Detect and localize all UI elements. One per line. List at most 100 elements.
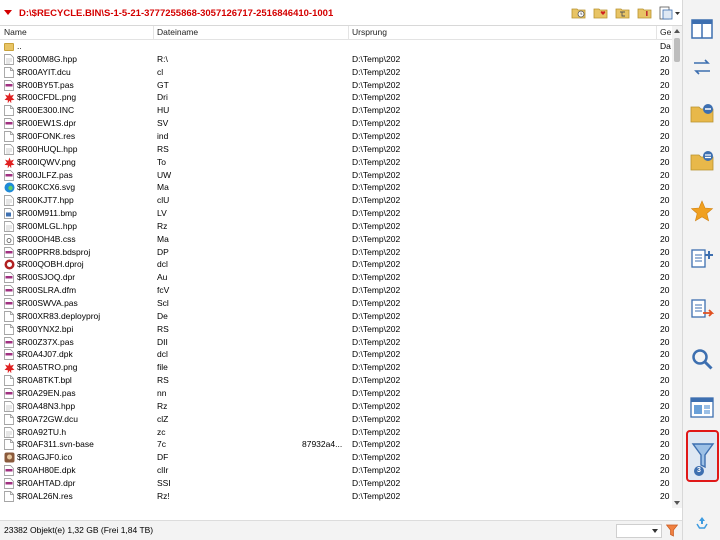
file-row[interactable]: $R00SWVA.pas Scl D:\Temp\202 20: [0, 297, 672, 310]
file-row[interactable]: $R0A4J07.dpk dcl D:\Temp\202 20: [0, 348, 672, 361]
scroll-up-icon[interactable]: [672, 26, 682, 36]
column-filename-header[interactable]: Dateiname: [157, 27, 347, 37]
file-row[interactable]: $R0AGJF0.ico DF D:\Temp\202 20: [0, 451, 672, 464]
original-filename: UW: [157, 169, 172, 180]
column-divider[interactable]: [656, 26, 657, 40]
file-row[interactable]: $R00KJT7.hpp clU D:\Temp\202 20: [0, 194, 672, 207]
file-name: $R000M8G.hpp: [17, 53, 78, 64]
deletion-date: 20: [660, 92, 670, 103]
file-row[interactable]: $R0AH80E.dpk clIr D:\Temp\202 20: [0, 464, 672, 477]
file-row[interactable]: $R0A48N3.hpp Rz D:\Temp\202 20: [0, 400, 672, 413]
filter-status-icon[interactable]: [665, 524, 679, 538]
vertical-scrollbar[interactable]: [672, 26, 682, 508]
file-row[interactable]: $R0A5TRO.png file D:\Temp\202 20: [0, 361, 672, 374]
file-row[interactable]: $R00CFDL.png Dri D:\Temp\202 20: [0, 91, 672, 104]
file-row[interactable]: $R00KCX6.svg Ma D:\Temp\202 20: [0, 181, 672, 194]
file-list[interactable]: .. Da $R000M8G.hpp R:\ D:\Temp\202 20 $R00AY…: [0, 40, 672, 508]
file-pas-icon: [4, 285, 14, 296]
swap-panes-button[interactable]: [687, 52, 717, 82]
dproj-icon: [4, 259, 15, 270]
current-path[interactable]: D:\$RECYCLE.BIN\S-1-5-21-3777255868-3057…: [19, 8, 333, 19]
file-pas-icon: [4, 169, 14, 181]
dual-pane-button[interactable]: [687, 14, 717, 44]
file-blank-icon: [4, 66, 14, 78]
file-row[interactable]: $R00FONK.res ind D:\Temp\202 20: [0, 130, 672, 143]
file-row[interactable]: $R00XR83.deployproj De D:\Temp\202 20: [0, 310, 672, 323]
file-name: $R0A5TRO.png: [17, 362, 78, 373]
file-row[interactable]: $R0AHTAD.dpr SSI D:\Temp\202 20: [0, 477, 672, 490]
file-row[interactable]: $R00JLFZ.pas UW D:\Temp\202 20: [0, 169, 672, 182]
image-png-icon: [4, 92, 15, 104]
folder-compare-button[interactable]: [687, 146, 717, 176]
file-row[interactable]: $R0AF311.svn-base 7c D:\Temp\202 20 87932a4.…: [0, 438, 672, 451]
new-file-button[interactable]: [687, 244, 717, 274]
file-row[interactable]: $R000M8G.hpp R:\ D:\Temp\202 20: [0, 53, 672, 66]
file-bmp-icon: [4, 208, 14, 219]
copy-file-button[interactable]: [687, 294, 717, 324]
file-blank-icon: [4, 310, 14, 322]
file-row[interactable]: $R00Z37X.pas DII D:\Temp\202 20: [0, 336, 672, 349]
file-row[interactable]: $R00AYIT.dcu cl D:\Temp\202 20: [0, 66, 672, 79]
file-row[interactable]: $R00YNX2.bpi RS D:\Temp\202 20: [0, 323, 672, 336]
folder-sync-button[interactable]: [687, 98, 717, 128]
deletion-date: 20: [660, 387, 670, 398]
deletion-date: 20: [660, 66, 670, 77]
file-name: $R00JLFZ.pas: [17, 169, 73, 180]
file-name: $R00SLRA.dfm: [17, 285, 77, 296]
file-row[interactable]: $R00QOBH.dproj dcl D:\Temp\202 20: [0, 258, 672, 271]
file-row[interactable]: $R0A29EN.pas nn D:\Temp\202 20: [0, 387, 672, 400]
original-filename: RS: [157, 375, 169, 386]
deletion-date: 20: [660, 169, 670, 180]
file-row[interactable]: $R00HUQL.hpp RS D:\Temp\202 20: [0, 143, 672, 156]
view-options-icon[interactable]: [658, 5, 680, 20]
original-filename: nn: [157, 387, 167, 398]
path-dropdown-arrow-icon[interactable]: [4, 10, 12, 15]
file-row[interactable]: $R00BY5T.pas GT D:\Temp\202 20: [0, 79, 672, 92]
original-filename: R:\: [157, 53, 168, 64]
filename-overflow-fragment: 87932a4...: [302, 439, 343, 450]
origin-path: D:\Temp\202: [352, 400, 401, 411]
recycle-bin-button[interactable]: [687, 510, 717, 536]
file-row[interactable]: $R0AL26N.res Rz! D:\Temp\202 20: [0, 490, 672, 503]
column-origin-header[interactable]: Ursprung: [352, 27, 652, 37]
file-row[interactable]: $R0A72GW.dcu clZ D:\Temp\202 20: [0, 413, 672, 426]
file-pas-icon: [4, 272, 14, 284]
file-row[interactable]: $R00IQWV.png To D:\Temp\202 20: [0, 156, 672, 169]
column-divider[interactable]: [348, 26, 349, 40]
column-divider[interactable]: [153, 26, 154, 40]
parent-folder-row[interactable]: .. Da: [0, 40, 672, 53]
tree-folder-icon[interactable]: [614, 5, 630, 20]
file-row[interactable]: $R00SLRA.dfm fcV D:\Temp\202 20: [0, 284, 672, 297]
favorite-folder-icon[interactable]: [592, 5, 608, 20]
origin-path: D:\Temp\202: [352, 156, 401, 167]
file-row[interactable]: $R00MLGL.hpp Rz D:\Temp\202 20: [0, 220, 672, 233]
file-row[interactable]: $R0A92TU.h zc D:\Temp\202 20: [0, 426, 672, 439]
file-row[interactable]: $R00EW1S.dpr SV D:\Temp\202 20: [0, 117, 672, 130]
original-filename: zc: [157, 426, 166, 437]
original-filename: clIr: [157, 465, 169, 476]
search-button[interactable]: [687, 344, 717, 374]
file-row[interactable]: $R0A8TKT.bpl RS D:\Temp\202 20: [0, 374, 672, 387]
image-viewer-button[interactable]: [687, 392, 717, 422]
file-row[interactable]: $R00PRR8.bdsproj DP D:\Temp\202 20: [0, 246, 672, 259]
file-name: $R00E300.INC: [17, 105, 75, 116]
deletion-date: 20: [660, 362, 670, 373]
file-row[interactable]: $R00SJOQ.dpr Au D:\Temp\202 20: [0, 271, 672, 284]
origin-path: D:\Temp\202: [352, 272, 401, 283]
file-doc-icon: [4, 195, 14, 207]
deletion-date: 20: [660, 53, 670, 64]
info-folder-icon[interactable]: [636, 5, 652, 20]
clock-folder-icon[interactable]: [570, 5, 586, 20]
column-name-header[interactable]: Name: [4, 27, 152, 37]
file-row[interactable]: $R00E300.INC HU D:\Temp\202 20: [0, 104, 672, 117]
favorites-button[interactable]: [687, 196, 717, 226]
scroll-down-icon[interactable]: [672, 498, 682, 508]
file-row[interactable]: $R00M911.bmp LV D:\Temp\202 20: [0, 207, 672, 220]
scrollbar-thumb[interactable]: [674, 38, 680, 62]
filter-button[interactable]: 3: [686, 430, 719, 482]
status-dropdown[interactable]: [616, 524, 662, 538]
column-date-header[interactable]: Ge: [660, 27, 672, 37]
file-row[interactable]: $R00OH4B.css Ma D:\Temp\202 20: [0, 233, 672, 246]
copy-file-icon: [691, 299, 715, 318]
file-name: $R0AH80E.dpk: [17, 465, 76, 476]
